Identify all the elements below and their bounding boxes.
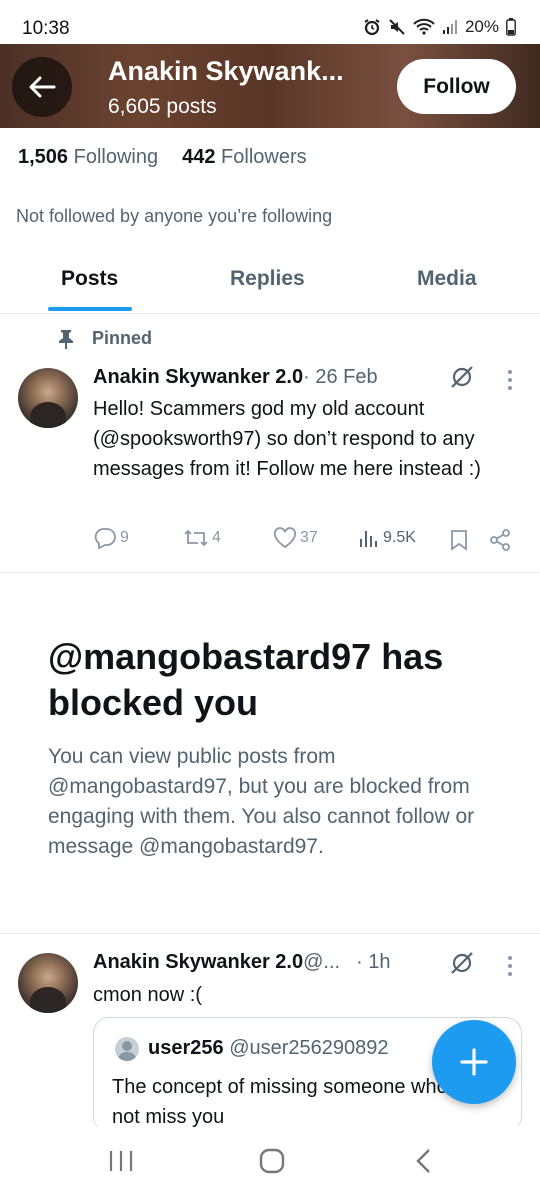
view-count: 9.5K [383, 529, 416, 546]
divider [0, 572, 540, 573]
repost-button[interactable]: 4 [183, 527, 221, 549]
tweet-actions: 9 4 37 9.5K [93, 527, 513, 553]
battery-percent: 20% [464, 17, 499, 36]
profile-tabs: Posts Replies Media [0, 256, 540, 314]
views-icon [360, 531, 377, 547]
back-nav-icon[interactable] [414, 1147, 434, 1175]
like-button[interactable]: 37 [273, 527, 318, 549]
views-button[interactable]: 9.5K [358, 527, 416, 549]
follow-stats: 1,506 Following 442 Followers [18, 146, 307, 169]
more-options-icon[interactable] [506, 369, 514, 391]
blocked-title: @mangobastard97 has blocked you [48, 636, 444, 723]
reply-count: 9 [120, 529, 129, 546]
quoted-header: user256 @user256290892 [148, 1037, 389, 1060]
mute-icon [389, 19, 405, 35]
grok-icon[interactable] [449, 364, 475, 390]
blocked-description: You can view public posts from @mangobas… [48, 745, 475, 858]
signal-icon [442, 20, 457, 34]
followers-label: Followers [221, 146, 307, 168]
home-icon[interactable] [258, 1147, 286, 1175]
header-post-count: 6,605 posts [108, 95, 217, 118]
recent-apps-icon[interactable] [108, 1147, 134, 1175]
pinned-indicator: Pinned [58, 328, 152, 349]
pin-icon [59, 329, 73, 349]
repost-count: 4 [212, 529, 221, 546]
followers-count: 442 [182, 146, 216, 168]
active-tab-indicator [48, 307, 132, 311]
following-link[interactable]: 1,506 Following [18, 146, 158, 169]
not-followed-text: Not followed by anyone you’re following [16, 206, 333, 226]
status-icons: 20% [363, 17, 516, 37]
quoted-author-handle: @user256290892 [229, 1037, 389, 1059]
header-name: Anakin Skywank... [108, 56, 344, 86]
tab-media[interactable]: Media [417, 267, 477, 291]
quoted-avatar [115, 1037, 139, 1061]
avatar[interactable] [18, 368, 78, 428]
tweet-header: Anakin Skywanker 2.0 · 26 Feb [93, 366, 378, 389]
tweet-text: Hello! Scammers god my old account (@spo… [93, 398, 481, 480]
status-bar: 10:38 20% [0, 0, 540, 44]
repost-icon [184, 529, 208, 547]
followers-link[interactable]: 442 Followers [182, 146, 307, 169]
system-nav-bar [0, 1127, 540, 1199]
reply-icon [94, 528, 116, 549]
heart-icon [273, 527, 297, 549]
battery-icon [506, 18, 516, 36]
arrow-left-icon [29, 76, 56, 98]
tweet-time: · 1h [356, 951, 391, 973]
author-name[interactable]: Anakin Skywanker 2.0 [93, 951, 303, 974]
author-name[interactable]: Anakin Skywanker 2.0 [93, 366, 303, 389]
following-label: Following [73, 146, 159, 168]
avatar[interactable] [18, 953, 78, 1013]
following-count: 1,506 [18, 146, 69, 168]
grok-icon[interactable] [449, 950, 475, 976]
tweet-date: · 26 Feb [303, 366, 378, 388]
pinned-label: Pinned [92, 328, 153, 348]
alarm-icon [364, 19, 380, 36]
bookmark-icon[interactable] [450, 529, 468, 551]
like-count: 37 [300, 529, 318, 546]
tweet-text: cmon now :( [93, 984, 202, 1006]
quoted-author-name: user256 [148, 1037, 224, 1059]
plus-icon [460, 1048, 488, 1076]
tab-posts[interactable]: Posts [61, 267, 118, 291]
tweet-header: Anakin Skywanker 2.0 @... · 1h [93, 951, 391, 974]
divider [0, 933, 540, 934]
follow-button[interactable]: Follow [397, 59, 516, 114]
tab-replies[interactable]: Replies [230, 267, 305, 291]
more-options-icon[interactable] [506, 955, 514, 977]
back-button[interactable] [12, 57, 72, 117]
reply-button[interactable]: 9 [93, 527, 129, 549]
author-handle: @... [303, 951, 341, 973]
status-time: 10:38 [22, 18, 70, 39]
profile-header: Anakin Skywank... 6,605 posts Follow [0, 44, 540, 128]
share-icon[interactable] [489, 529, 511, 551]
compose-button[interactable] [432, 1020, 516, 1104]
wifi-icon [413, 18, 435, 35]
